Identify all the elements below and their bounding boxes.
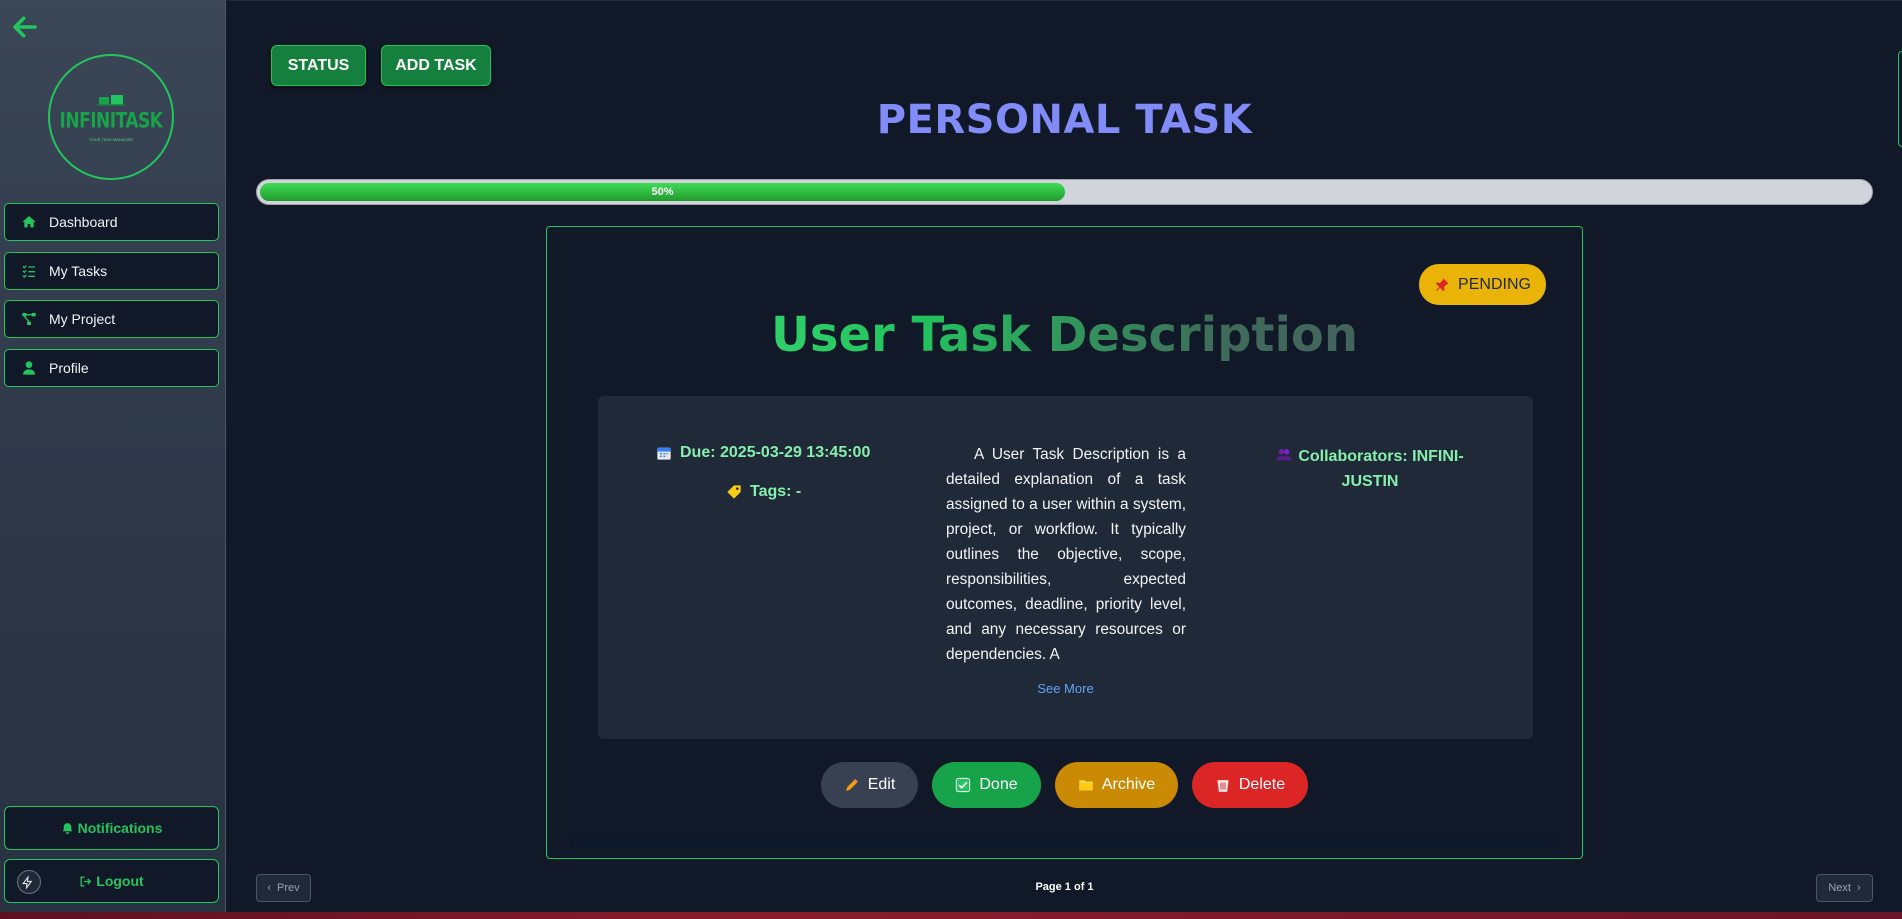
bolt-icon[interactable]	[17, 870, 41, 894]
chevron-right-icon: ›	[1856, 882, 1861, 894]
done-label: Done	[979, 776, 1018, 793]
tags-text: Tags: -	[750, 483, 802, 500]
page-title: PERSONAL TASK	[876, 97, 1253, 143]
sidebar: INFINITASK YOUR TASK MANAGER Dashboard M…	[0, 0, 226, 912]
due-date-text: Due: 2025-03-29 13:45:00	[680, 444, 871, 461]
due-date: Due: 2025-03-29 13:45:00	[656, 444, 870, 462]
logo-wordmark: INFINITASK	[59, 108, 163, 133]
folder-icon	[1079, 780, 1093, 791]
app-root: INFINITASK YOUR TASK MANAGER Dashboard M…	[0, 0, 1902, 919]
sidebar-item-dashboard[interactable]: Dashboard	[4, 203, 219, 241]
logo-tagline: YOUR TASK MANAGER	[88, 136, 134, 142]
next-page-button[interactable]: Next ›	[1816, 874, 1873, 902]
tag-icon	[727, 485, 741, 499]
delete-button[interactable]: Delete	[1192, 762, 1308, 808]
task-card: PENDING User Task Description Due: 2025-…	[546, 226, 1583, 859]
sidebar-item-profile[interactable]: Profile	[4, 349, 219, 387]
app-logo: INFINITASK YOUR TASK MANAGER	[48, 54, 174, 180]
collaborators-text: Collaborators: INFINI-JUSTIN	[1298, 448, 1464, 490]
sidebar-item-label: My Project	[49, 311, 116, 327]
check-box-icon	[956, 777, 971, 793]
scroll-handle[interactable]	[1898, 51, 1902, 147]
edit-label: Edit	[867, 776, 896, 793]
sidebar-item-label: Dashboard	[49, 214, 118, 230]
wastebasket-icon	[1217, 780, 1229, 792]
logout-button[interactable]: Logout	[4, 859, 219, 903]
sign-out-icon	[80, 875, 92, 887]
calendar-icon	[657, 447, 671, 460]
task-actions: Edit Done Archive Delete	[547, 762, 1582, 808]
progress-fill: 50%	[260, 183, 1065, 201]
edit-button[interactable]: Edit	[821, 762, 918, 808]
list-check-icon	[22, 265, 35, 278]
main-content: STATUS ADD TASK PERSONAL TASK 50% PENDIN…	[227, 0, 1902, 912]
notifications-label: Notifications	[77, 820, 163, 836]
progress-label: 50%	[651, 186, 674, 198]
status-button[interactable]: STATUS	[271, 45, 366, 86]
progress-bar: 50%	[256, 179, 1873, 205]
sidebar-item-my-tasks[interactable]: My Tasks	[4, 252, 219, 290]
archive-button[interactable]: Archive	[1055, 762, 1178, 808]
sidebar-item-my-project[interactable]: My Project	[4, 300, 219, 338]
tags: Tags: -	[726, 483, 801, 501]
sidebar-item-label: Profile	[49, 360, 89, 376]
home-icon	[22, 216, 36, 228]
see-more-link[interactable]: See More	[598, 681, 1533, 696]
notifications-button[interactable]: Notifications	[4, 806, 219, 850]
books-icon	[97, 94, 125, 106]
logout-label: Logout	[96, 873, 144, 889]
project-diagram-icon	[22, 313, 36, 325]
status-badge-label: PENDING	[1458, 275, 1531, 293]
task-details: Due: 2025-03-29 13:45:00 Tags: - A User …	[598, 396, 1533, 739]
next-label: Next	[1828, 882, 1851, 894]
status-badge[interactable]: PENDING	[1419, 264, 1546, 305]
os-taskbar-edge	[0, 912, 1902, 919]
user-icon	[23, 361, 35, 375]
task-description: A User Task Description is a detailed ex…	[946, 446, 1186, 663]
people-icon	[1276, 449, 1292, 461]
task-title: User Task Description	[547, 307, 1582, 363]
bell-icon	[62, 822, 72, 834]
archive-label: Archive	[1101, 776, 1156, 793]
page-indicator: Page 1 of 1	[1035, 881, 1094, 893]
add-task-button[interactable]: ADD TASK	[381, 45, 491, 86]
pushpin-icon	[1436, 277, 1449, 291]
sidebar-item-label: My Tasks	[49, 263, 108, 279]
back-arrow-icon[interactable]	[10, 12, 40, 42]
collaborators: Collaborators: INFINI-JUSTIN	[1270, 444, 1470, 494]
pencil-icon	[845, 779, 858, 791]
done-button[interactable]: Done	[932, 762, 1041, 808]
card-footer	[570, 837, 1559, 849]
delete-label: Delete	[1238, 776, 1286, 793]
